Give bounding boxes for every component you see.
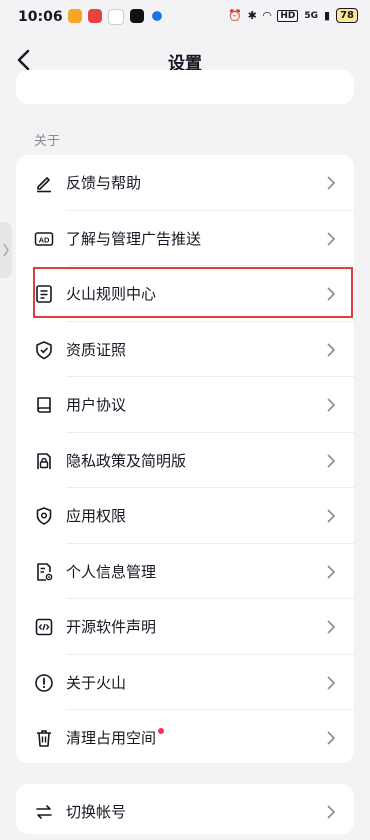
app-badge-icon <box>152 11 162 21</box>
chevron-right-icon <box>327 675 336 690</box>
settings-item-open-source[interactable]: 开源软件声明 <box>16 599 354 655</box>
chevron-right-icon <box>327 231 336 246</box>
settings-item-personal-info[interactable]: 个人信息管理 <box>16 544 354 599</box>
app-icon <box>108 9 124 25</box>
wifi-icon: ◠ <box>262 9 272 22</box>
tiktok-icon <box>130 9 144 23</box>
network-type: HD <box>277 9 299 22</box>
chevron-right-icon <box>327 453 336 468</box>
status-indicators: ⏰ ✱ ◠ HD 5G ▮ 78 <box>228 8 358 23</box>
settings-card-about: 反馈与帮助 AD 了解与管理广告推送 火山规则中心 资质证照 用户协议 隐私政策… <box>16 155 354 763</box>
settings-item-qualifications[interactable]: 资质证照 <box>16 322 354 377</box>
chevron-right-icon <box>327 509 336 523</box>
settings-item-label: 资质证照 <box>66 340 127 359</box>
settings-item-label-wrap: 清理占用空间 <box>66 727 165 748</box>
section-label-about: 关于 <box>34 134 61 149</box>
settings-item-ad-management[interactable]: AD 了解与管理广告推送 <box>16 211 354 266</box>
notification-dot <box>158 728 165 734</box>
settings-item-switch-account[interactable]: 切换帐号 <box>16 784 354 840</box>
settings-item-feedback[interactable]: 反馈与帮助 <box>16 155 354 211</box>
weibo-icon <box>68 9 82 23</box>
settings-item-user-agreement[interactable]: 用户协议 <box>16 377 354 433</box>
chevron-right-icon <box>327 398 336 412</box>
settings-item-label: 隐私政策及简明版 <box>66 451 187 470</box>
side-drawer-handle[interactable] <box>0 222 12 278</box>
music-app-icon <box>88 9 102 23</box>
chevron-right-icon <box>327 620 336 634</box>
settings-item-clear-storage[interactable]: 清理占用空间 <box>16 710 354 766</box>
settings-item-label: 用户协议 <box>66 396 127 414</box>
lock-doc-icon <box>37 452 51 469</box>
ad-icon: AD <box>34 231 54 246</box>
chevron-right-icon <box>327 805 336 819</box>
settings-item-label: 个人信息管理 <box>66 562 157 581</box>
settings-item-privacy-policy[interactable]: 隐私政策及简明版 <box>16 433 354 488</box>
settings-item-label: 切换帐号 <box>66 803 127 821</box>
trash-icon <box>37 730 51 747</box>
signal-icon: ▮ <box>324 9 331 22</box>
highlight-box <box>33 267 353 318</box>
status-bar: 10:06 ⏰ ✱ ◠ HD 5G ▮ 78 <box>0 0 370 34</box>
chevron-right-icon <box>327 731 336 745</box>
settings-card-account: 切换帐号 <box>16 784 354 834</box>
shield-check-icon <box>36 340 52 359</box>
notification-icons <box>68 9 164 25</box>
settings-card-top <box>16 70 354 104</box>
chevron-right-icon <box>327 342 336 357</box>
settings-item-label: 关于火山 <box>66 673 127 692</box>
info-icon <box>35 673 53 692</box>
settings-item-label: 了解与管理广告推送 <box>66 229 202 248</box>
code-icon <box>35 618 53 636</box>
settings-item-app-permissions[interactable]: 应用权限 <box>16 488 354 544</box>
settings-item-label: 应用权限 <box>66 507 127 525</box>
edit-icon <box>37 177 51 193</box>
location-shield-icon <box>36 507 52 525</box>
signal-label: 5G <box>304 10 319 21</box>
chevron-right-icon <box>327 564 336 579</box>
settings-item-label: 开源软件声明 <box>66 618 157 636</box>
status-time: 10:06 <box>18 9 63 25</box>
book-icon <box>37 397 51 413</box>
doc-settings-icon <box>37 562 53 581</box>
settings-item-about[interactable]: 关于火山 <box>16 655 354 710</box>
switch-icon <box>36 805 52 819</box>
settings-item-label: 反馈与帮助 <box>66 174 142 192</box>
settings-item-label: 清理占用空间 <box>66 729 157 747</box>
svg-text:AD: AD <box>39 235 50 244</box>
bluetooth-icon: ✱ <box>247 9 257 22</box>
battery-icon: 78 <box>336 8 358 23</box>
chevron-right-icon <box>327 176 336 190</box>
alarm-icon: ⏰ <box>227 9 242 22</box>
chevron-right-icon <box>3 243 9 257</box>
